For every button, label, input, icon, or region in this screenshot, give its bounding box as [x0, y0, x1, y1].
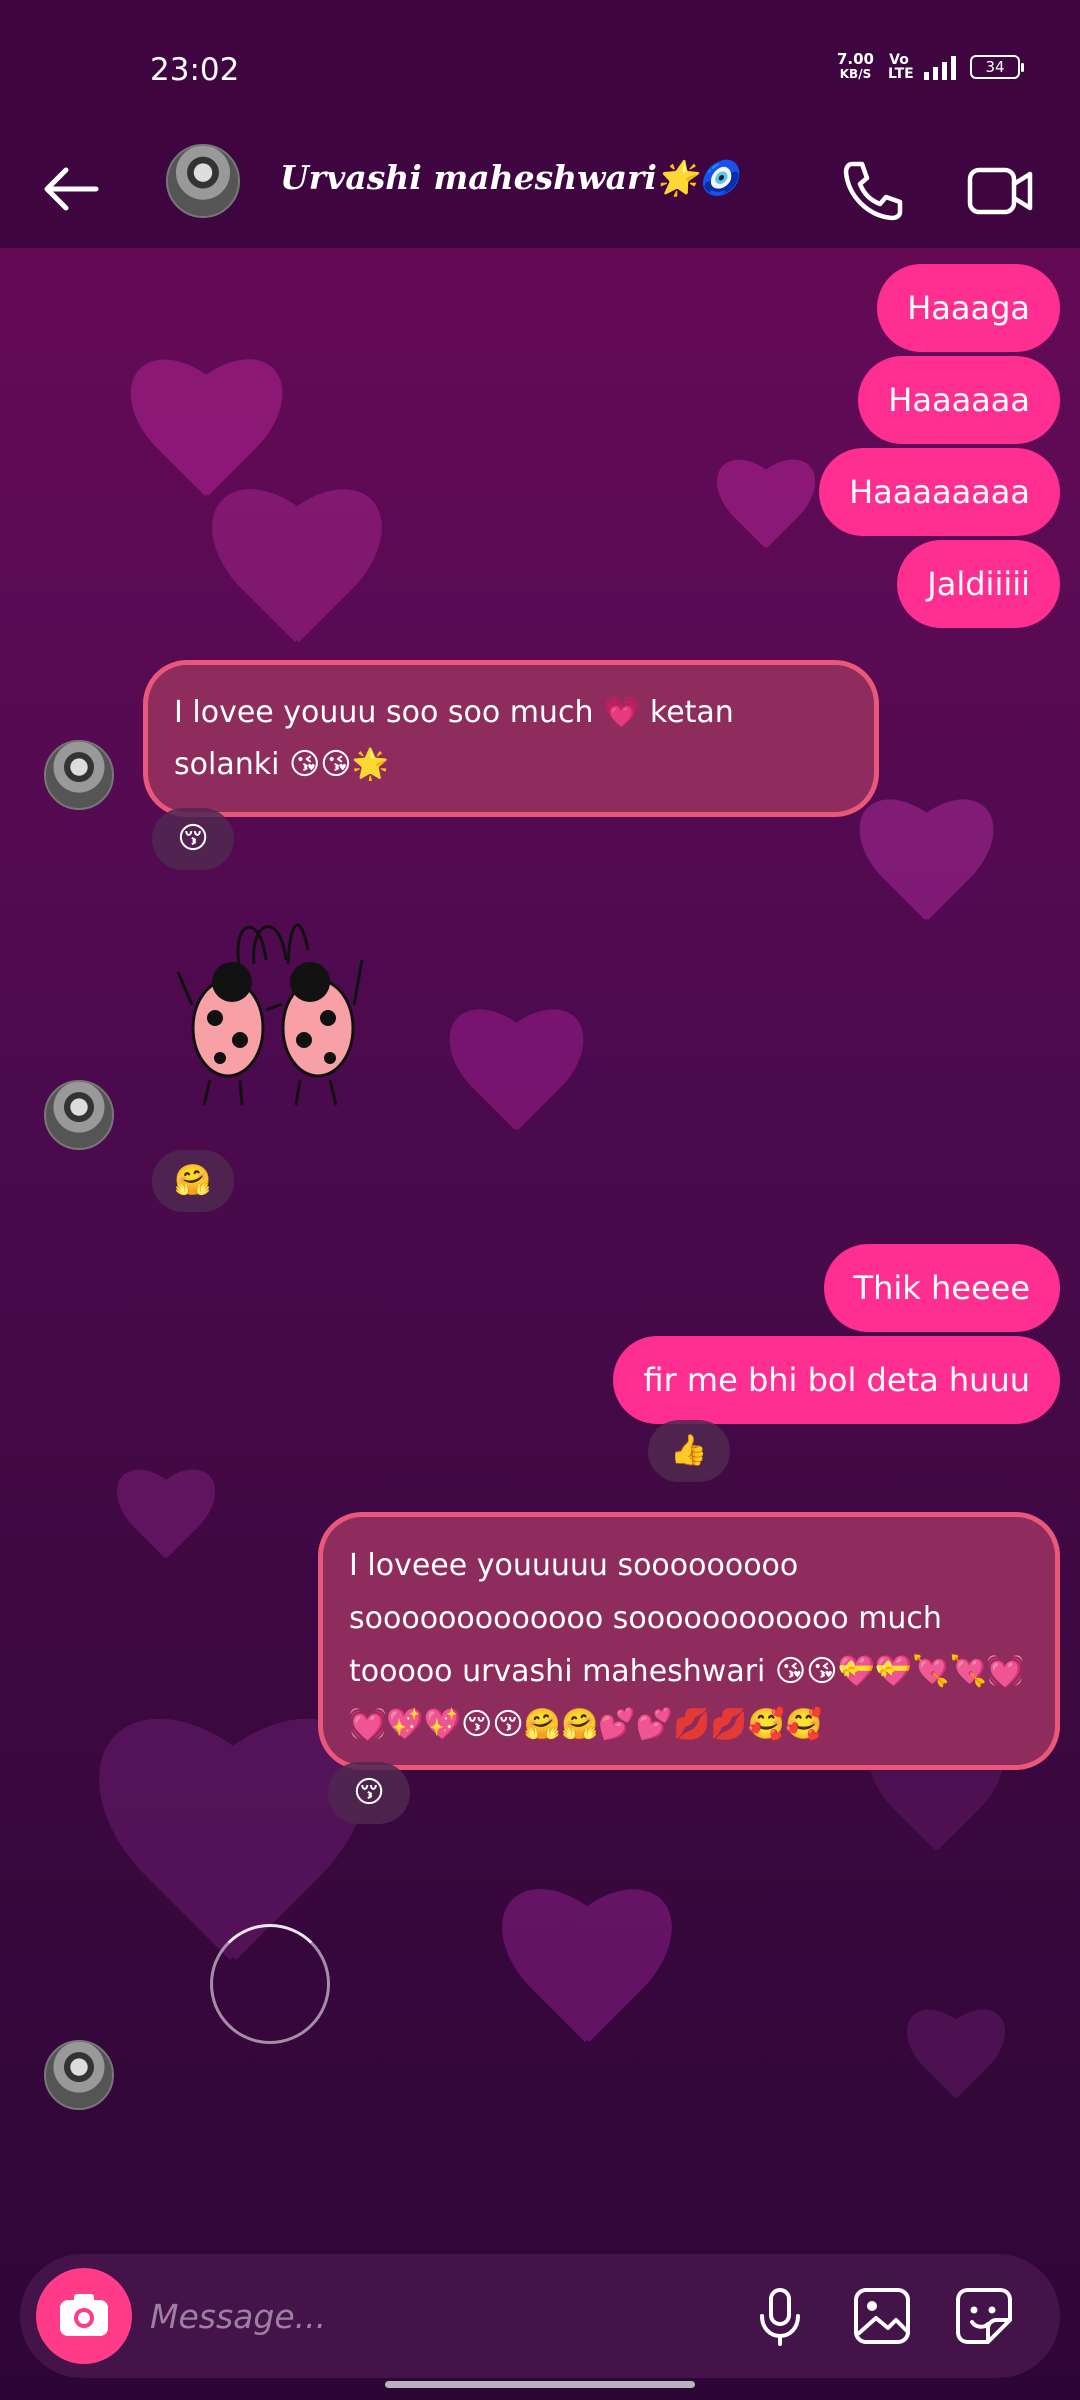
outgoing-message[interactable]: Haaaga [877, 264, 1060, 352]
outgoing-message[interactable]: Haaaaaa [858, 356, 1060, 444]
background-heart [850, 800, 1000, 950]
microphone-icon [760, 2288, 800, 2346]
message-reaction[interactable]: 😚 [328, 1762, 410, 1824]
camera-button[interactable] [36, 2268, 132, 2364]
network-speed: 7.00 KB/S [837, 52, 874, 82]
network-speed-unit: KB/S [839, 67, 872, 81]
home-indicator[interactable] [385, 2381, 695, 2388]
phone-icon [843, 161, 903, 221]
background-heart [110, 1470, 220, 1580]
sender-avatar[interactable] [44, 740, 114, 810]
message-reaction[interactable]: 👍 [648, 1420, 730, 1482]
background-heart [710, 460, 820, 570]
back-button[interactable] [38, 156, 104, 222]
sender-avatar[interactable] [44, 1080, 114, 1150]
image-icon [854, 2288, 910, 2344]
camera-icon [60, 2294, 108, 2336]
message-reaction[interactable]: 🤗 [152, 1150, 234, 1212]
outgoing-message[interactable]: Jaldiiiii [897, 540, 1060, 628]
ladybug-sticker[interactable] [170, 900, 370, 1120]
contact-avatar[interactable] [166, 144, 240, 218]
contact-name[interactable]: Urvashi maheshwari🌟🧿 [280, 150, 739, 206]
background-heart [200, 490, 390, 680]
status-bar: 23:02 7.00 KB/S Vo LTE 34 [0, 0, 1080, 130]
sender-avatar[interactable] [44, 2040, 114, 2110]
message-reaction[interactable]: 😚 [152, 808, 234, 870]
battery-icon: 34 [970, 55, 1024, 79]
call-button[interactable] [832, 150, 912, 230]
outgoing-highlighted-message[interactable]: I loveee youuuuu sooooooooo sooooooooooo… [318, 1512, 1060, 1770]
video-call-button[interactable] [960, 150, 1040, 230]
video-camera-icon [967, 167, 1033, 215]
incoming-message[interactable]: I lovee youuu soo soo much 💗 ketan solan… [143, 660, 879, 817]
message-input[interactable] [150, 2276, 720, 2356]
outgoing-message[interactable]: Thik heeee [823, 1244, 1060, 1332]
background-heart [490, 1890, 680, 2080]
volte-indicator: Vo LTE [888, 52, 914, 82]
status-icons: 7.00 KB/S Vo LTE 34 [837, 52, 1024, 82]
network-speed-value: 7.00 [836, 50, 874, 68]
signal-icon [924, 54, 956, 80]
chat-header: Urvashi maheshwari🌟🧿 [0, 130, 1080, 248]
background-heart [900, 2010, 1010, 2120]
gallery-button[interactable] [846, 2280, 918, 2352]
message-composer [20, 2254, 1060, 2378]
background-heart [440, 1010, 590, 1160]
clock: 23:02 [150, 52, 240, 88]
outgoing-message[interactable]: fir me bhi bol deta huuu [613, 1336, 1060, 1424]
voice-message-button[interactable] [744, 2280, 816, 2352]
outgoing-message[interactable]: Haaaaaaaa [819, 448, 1060, 536]
arrow-left-icon [44, 167, 99, 211]
sticker-icon [956, 2288, 1012, 2344]
sticker-button[interactable] [948, 2280, 1020, 2352]
loading-spinner [210, 1924, 330, 2044]
